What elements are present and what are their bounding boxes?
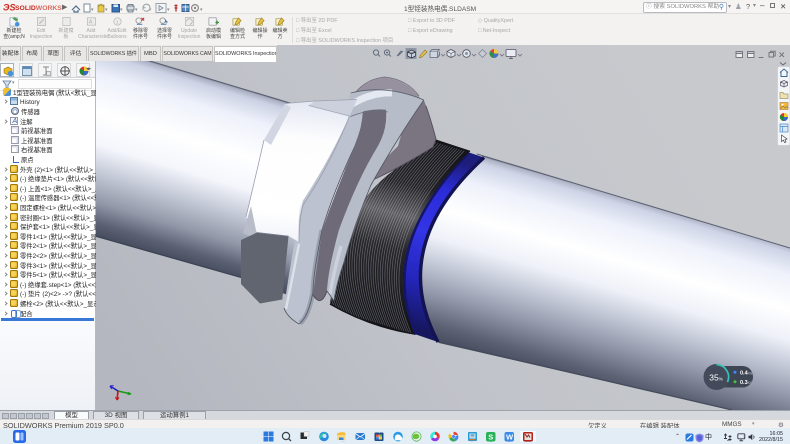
svg-text:ЭS: ЭS	[3, 3, 15, 13]
svg-text:▾: ▾	[167, 7, 170, 13]
svg-text:▾: ▾	[91, 7, 94, 13]
svg-text:W: W	[506, 433, 514, 442]
svg-text:A: A	[88, 19, 92, 25]
svg-text:▾: ▾	[105, 7, 108, 13]
svg-text:▾: ▾	[135, 7, 138, 13]
svg-text:SOLIDWORKS: SOLIDWORKS	[15, 5, 62, 12]
svg-text:?: ?	[743, 434, 746, 439]
svg-text:▾: ▾	[120, 7, 123, 13]
svg-text:S: S	[488, 433, 493, 442]
svg-text:▾: ▾	[149, 7, 152, 13]
svg-text:▾: ▾	[200, 7, 203, 13]
